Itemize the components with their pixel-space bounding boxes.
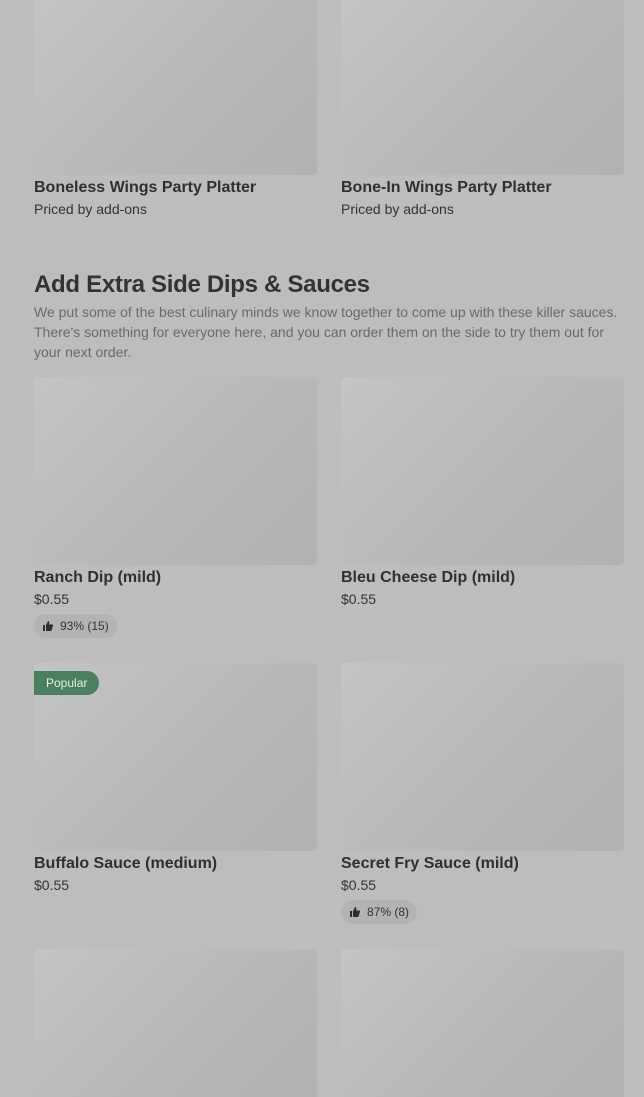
menu-item-title: Buffalo Sauce (medium) bbox=[34, 855, 218, 872]
menu-item-card[interactable]: Boneless Wings Party Platter Priced by a… bbox=[34, 0, 317, 219]
menu-item-image[interactable] bbox=[341, 663, 624, 851]
popular-badge: Popular bbox=[34, 671, 100, 695]
menu-item-image[interactable] bbox=[341, 377, 624, 565]
menu-item-price: Priced by add-ons bbox=[34, 201, 147, 217]
thumbs-up-icon bbox=[350, 907, 361, 917]
menu-item-card[interactable]: Bleu Cheese Dip (mild) $0.55 bbox=[341, 377, 624, 638]
rating-text: 93% (15) bbox=[60, 619, 109, 633]
menu-item-title: Bleu Cheese Dip (mild) bbox=[341, 569, 516, 586]
menu-item-image[interactable] bbox=[34, 0, 317, 175]
section-description: We put some of the best culinary minds w… bbox=[34, 304, 618, 360]
top-items-grid: Boneless Wings Party Platter Priced by a… bbox=[34, 0, 624, 219]
menu-item-card[interactable] bbox=[341, 949, 624, 1097]
section-title: Add Extra Side Dips & Sauces bbox=[34, 271, 370, 298]
menu-item-image[interactable] bbox=[341, 0, 624, 175]
rating-badge: 93% (15) bbox=[34, 614, 117, 638]
menu-item-card[interactable]: Bone-In Wings Party Platter Priced by ad… bbox=[341, 0, 624, 219]
menu-item-price: $0.55 bbox=[341, 591, 377, 607]
menu-item-price: $0.55 bbox=[34, 877, 70, 893]
menu-item-title: Secret Fry Sauce (mild) bbox=[341, 855, 519, 872]
menu-item-card[interactable] bbox=[34, 949, 317, 1097]
menu-item-price: Priced by add-ons bbox=[341, 201, 454, 217]
menu-item-card[interactable]: Popular Buffalo Sauce (medium) $0.55 bbox=[34, 663, 317, 924]
menu-item-price: $0.55 bbox=[341, 877, 377, 893]
menu-items-grid: Ranch Dip (mild) $0.55 93% (15) Bleu Che… bbox=[34, 377, 624, 638]
menu-items-grid bbox=[34, 949, 624, 1097]
rating-text: 87% (8) bbox=[367, 905, 410, 919]
menu-item-title: Bone-In Wings Party Platter bbox=[341, 179, 552, 196]
menu-item-image[interactable] bbox=[34, 949, 317, 1097]
menu-item-title: Ranch Dip (mild) bbox=[34, 569, 162, 586]
menu-item-card[interactable]: Secret Fry Sauce (mild) $0.55 87% (8) bbox=[341, 663, 624, 924]
menu-item-image[interactable]: Popular bbox=[34, 663, 317, 851]
thumbs-up-icon bbox=[43, 621, 54, 631]
menu-item-image[interactable] bbox=[34, 377, 317, 565]
menu-item-image[interactable] bbox=[341, 949, 624, 1097]
rating-badge: 87% (8) bbox=[341, 900, 418, 924]
menu-items-grid: Popular Buffalo Sauce (medium) $0.55 Sec… bbox=[34, 663, 624, 924]
menu-item-card[interactable]: Ranch Dip (mild) $0.55 93% (15) bbox=[34, 377, 317, 638]
menu-item-title: Boneless Wings Party Platter bbox=[34, 179, 257, 196]
menu-item-price: $0.55 bbox=[34, 591, 70, 607]
